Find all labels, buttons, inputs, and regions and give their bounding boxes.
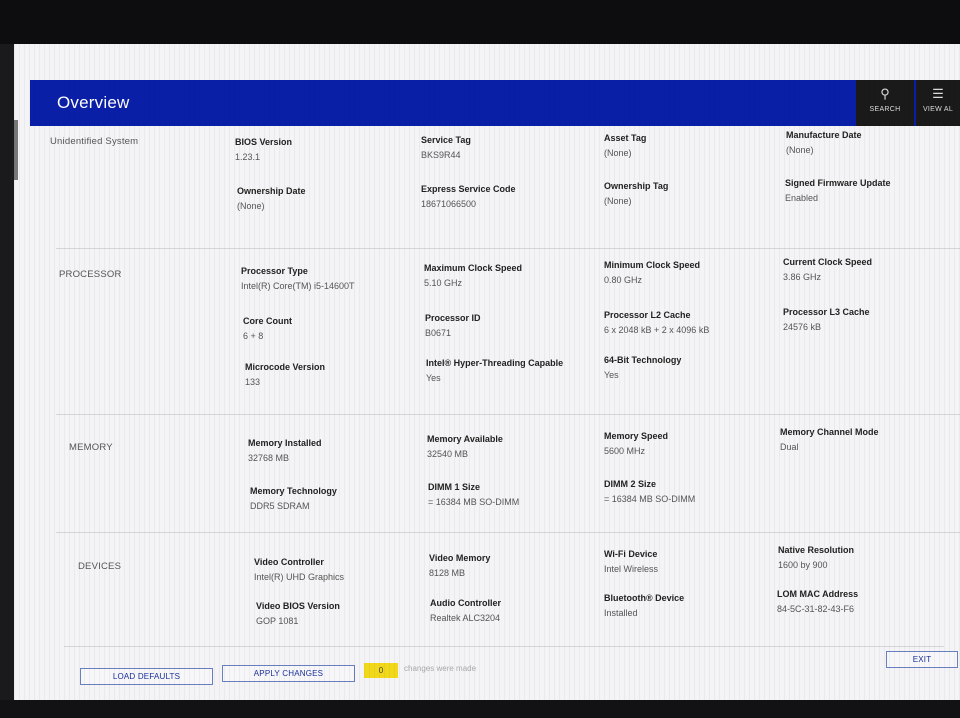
info-video-bios-version: Video BIOS Version GOP 1081	[256, 601, 340, 626]
info-service-tag: Service Tag BKS9R44	[421, 135, 471, 160]
section-divider-memory	[56, 414, 960, 416]
search-button[interactable]: ⚲ SEARCH	[856, 80, 914, 126]
info-l3-cache: Processor L3 Cache 24576 kB	[783, 307, 870, 332]
info-express-service-code: Express Service Code 18671066500	[421, 184, 516, 209]
section-label-system: Unidentified System	[50, 136, 139, 147]
view-all-button[interactable]: ☰ VIEW AL	[916, 80, 960, 126]
info-dimm1-size: DIMM 1 Size = 16384 MB SO-DIMM	[428, 482, 520, 507]
info-manufacture-date: Manufacture Date (None)	[786, 130, 862, 155]
footer-divider	[64, 646, 944, 648]
info-processor-id: Processor ID B0671	[425, 313, 481, 338]
info-video-memory: Video Memory 8128 MB	[429, 553, 491, 578]
info-signed-firmware-update: Signed Firmware Update Enabled	[785, 178, 891, 203]
changes-count-badge: 0	[364, 663, 398, 678]
monitor-bezel-bottom	[0, 700, 960, 718]
exit-button[interactable]: EXIT	[886, 651, 958, 668]
info-native-resolution: Native Resolution 1600 by 900	[778, 545, 855, 570]
bios-screen: Overview ⚲ SEARCH ☰ VIEW AL Unidentified…	[14, 44, 960, 700]
section-label-processor: PROCESSOR	[59, 269, 122, 280]
info-microcode-version: Microcode Version 133	[245, 362, 326, 387]
list-settings-icon: ☰	[932, 86, 944, 101]
info-processor-type: Processor Type Intel(R) Core(TM) i5-14600…	[241, 266, 355, 291]
search-icon: ⚲	[880, 86, 890, 101]
info-memory-technology: Memory Technology DDR5 SDRAM	[250, 486, 337, 511]
info-memory-speed: Memory Speed 5600 MHz	[604, 431, 669, 456]
page-title: Overview	[57, 93, 130, 112]
section-divider-processor	[56, 248, 960, 250]
info-lom-mac-address: LOM MAC Address 84-5C-31-82-43-F6	[777, 589, 859, 614]
info-ownership-tag: Ownership Tag (None)	[604, 181, 669, 206]
info-bluetooth-device: Bluetooth® Device Installed	[604, 593, 685, 618]
section-divider-devices	[56, 532, 960, 534]
info-min-clock-speed: Minimum Clock Speed 0.80 GHz	[604, 260, 701, 285]
monitor-bezel-left	[0, 44, 14, 718]
info-bios-version: BIOS Version 1.23.1	[235, 137, 293, 162]
scroll-indicator	[14, 120, 18, 180]
info-64bit-technology: 64-Bit Technology Yes	[604, 355, 682, 380]
info-max-clock-speed: Maximum Clock Speed 5.10 GHz	[424, 263, 523, 288]
info-video-controller: Video Controller Intel(R) UHD Graphics	[254, 557, 345, 582]
search-label: SEARCH	[869, 106, 901, 113]
info-current-clock-speed: Current Clock Speed 3.86 GHz	[783, 257, 873, 282]
section-label-memory: MEMORY	[69, 442, 113, 453]
info-memory-installed: Memory Installed 32768 MB	[248, 438, 322, 463]
info-l2-cache: Processor L2 Cache 6 x 2048 kB + 2 x 4096…	[604, 310, 710, 335]
info-memory-available: Memory Available 32540 MB	[427, 434, 503, 459]
info-core-count: Core Count 6 + 8	[243, 316, 292, 341]
apply-changes-button[interactable]: APPLY CHANGES	[222, 665, 355, 682]
monitor-bezel-top	[0, 0, 960, 44]
section-label-devices: DEVICES	[78, 561, 122, 572]
info-hyper-threading: Intel® Hyper-Threading Capable Yes	[426, 358, 564, 383]
overview-header: Overview	[30, 80, 930, 126]
info-dimm2-size: DIMM 2 Size = 16384 MB SO-DIMM	[604, 479, 696, 504]
info-ownership-date: Ownership Date (None)	[237, 186, 306, 211]
view-all-label: VIEW AL	[922, 106, 954, 113]
changes-message: changes were made	[404, 664, 477, 673]
info-wifi-device: Wi-Fi Device Intel Wireless	[604, 549, 659, 574]
info-memory-channel-mode: Memory Channel Mode Dual	[780, 427, 879, 452]
info-audio-controller: Audio Controller Realtek ALC3204	[430, 598, 501, 623]
info-asset-tag: Asset Tag (None)	[604, 133, 647, 158]
load-defaults-button[interactable]: LOAD DEFAULTS	[80, 668, 213, 685]
